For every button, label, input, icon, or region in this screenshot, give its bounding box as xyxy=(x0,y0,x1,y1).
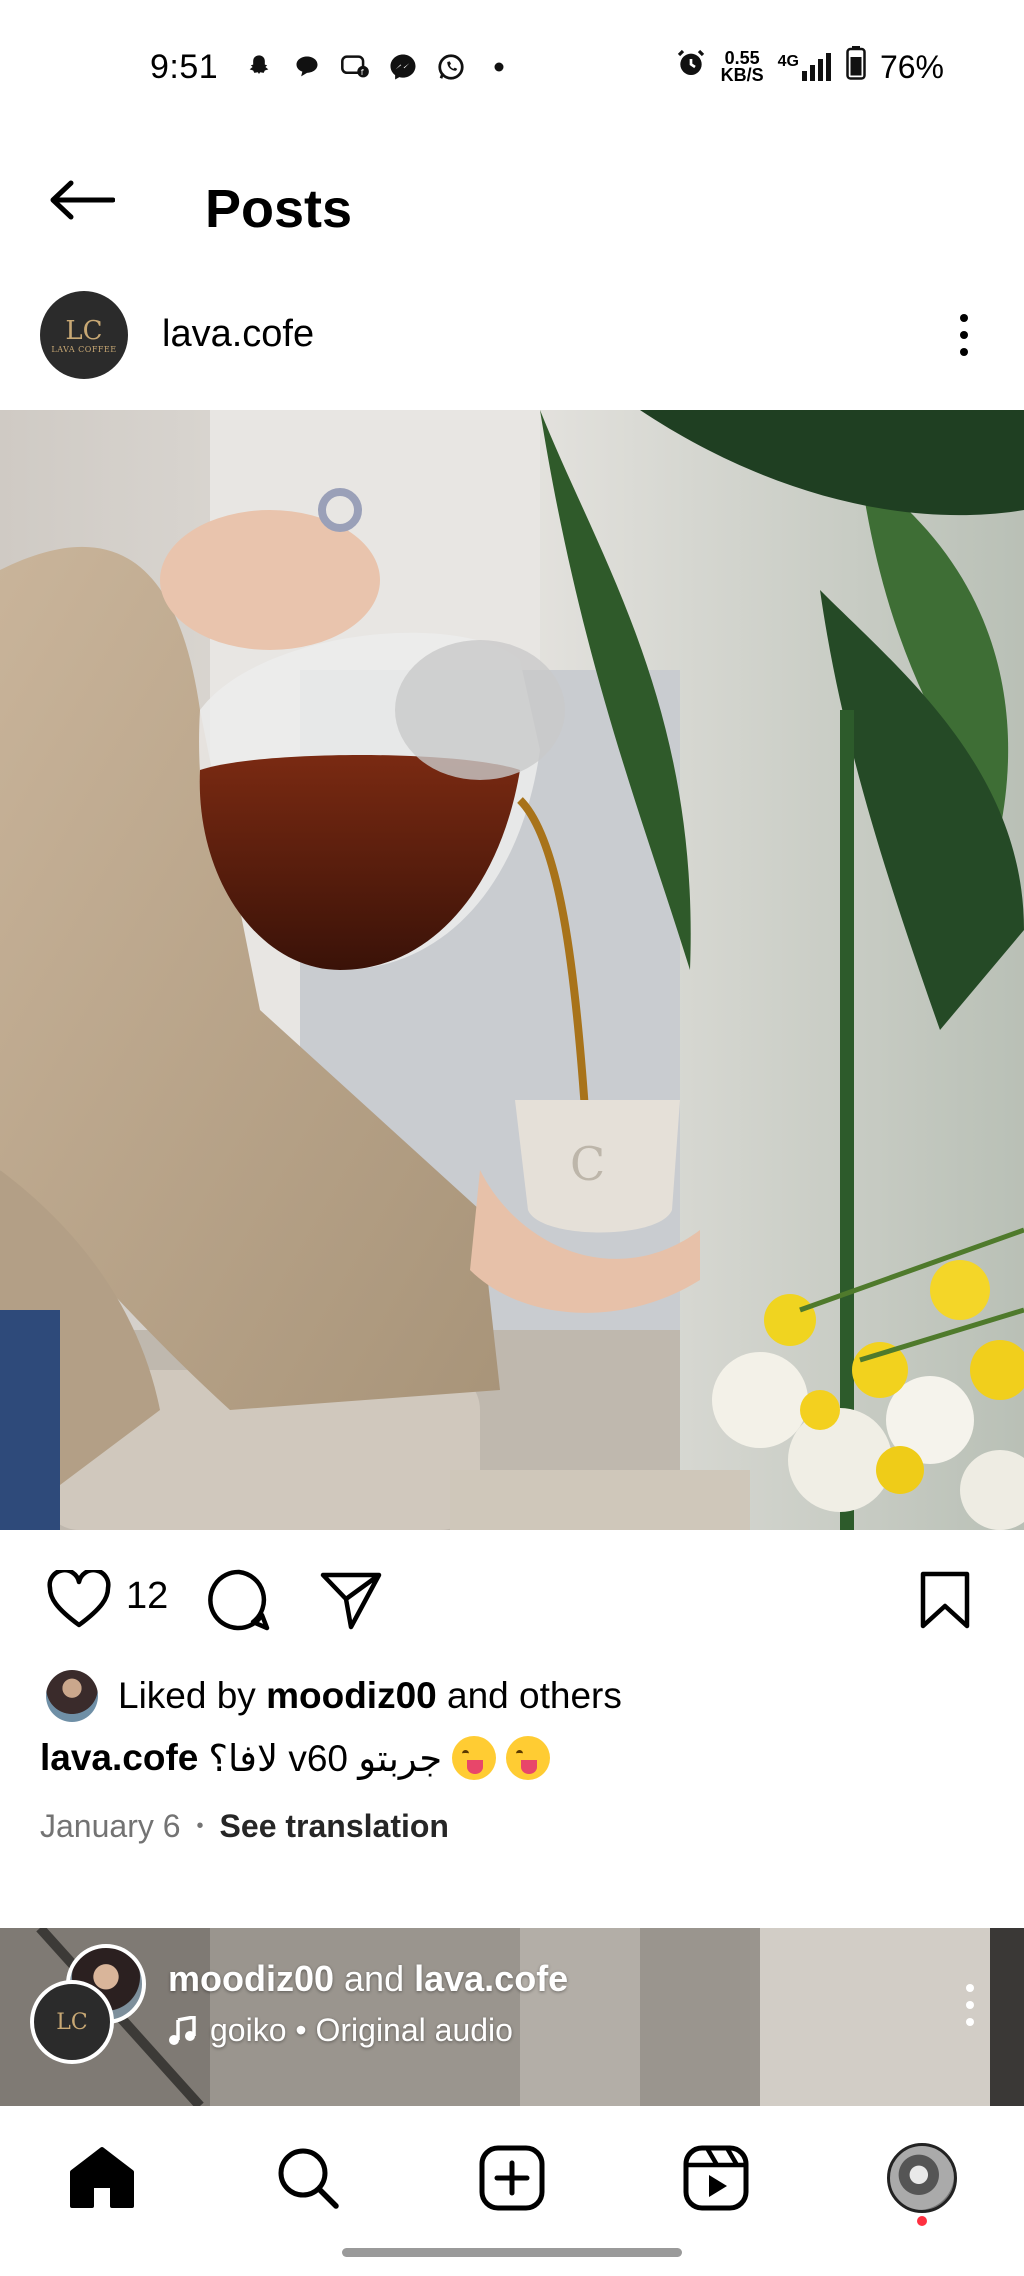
plus-square-icon xyxy=(479,2145,545,2211)
caption-text: جربتو v60 لافا؟ xyxy=(208,1737,443,1779)
avatar-brand: LAVA COFFEE xyxy=(51,344,117,354)
net-speed-unit: KB/S xyxy=(720,65,764,85)
home-indicator[interactable] xyxy=(342,2248,682,2257)
more-dot xyxy=(966,1984,974,1992)
post-date: January 6 xyxy=(40,1808,181,1844)
comment-icon xyxy=(208,1569,270,1631)
yum-emoji-icon xyxy=(452,1736,497,1780)
messenger-icon xyxy=(388,52,418,82)
post-meta: January 6 • See translation xyxy=(40,1808,449,1845)
next-post-preview[interactable]: LC moodiz00 and lava.cofe goiko • Origin… xyxy=(0,1928,1024,2106)
snapchat-icon xyxy=(244,52,274,82)
next-post-more-button[interactable] xyxy=(966,1984,974,2026)
more-dot xyxy=(960,314,968,322)
likes-prefix: Liked by xyxy=(118,1675,267,1716)
bookmark-icon xyxy=(920,1571,970,1629)
post-actions: 12 xyxy=(0,1555,1024,1645)
page-title: Posts xyxy=(205,179,353,239)
svg-text:f: f xyxy=(361,68,364,77)
next-post-authors[interactable]: moodiz00 and lava.cofe xyxy=(168,1958,568,2000)
post-author-avatar[interactable]: LC LAVA COFFEE xyxy=(40,291,128,379)
more-dot xyxy=(966,2001,974,2009)
next-post-audio-label: goiko • Original audio xyxy=(210,2012,513,2048)
post-caption: lava.cofe جربتو v60 لافا؟ xyxy=(40,1736,551,1780)
search-icon xyxy=(278,2148,339,2209)
network-type: 4G xyxy=(777,53,799,70)
music-note-icon xyxy=(169,2015,196,2045)
heart-icon xyxy=(47,1570,111,1628)
next-post-user1[interactable]: moodiz00 xyxy=(168,1958,334,1999)
more-dot xyxy=(960,348,968,356)
notification-icons: f xyxy=(244,52,514,82)
caption-username[interactable]: lava.cofe xyxy=(40,1737,198,1779)
status-time: 9:51 xyxy=(150,48,219,86)
next-post-user2[interactable]: lava.cofe xyxy=(414,1958,568,1999)
send-icon xyxy=(320,1572,382,1630)
likes-user[interactable]: moodiz00 xyxy=(266,1675,437,1716)
nav-profile[interactable] xyxy=(882,2138,962,2218)
meta-separator: • xyxy=(196,1815,204,1837)
alarm-icon xyxy=(675,47,707,87)
avatar-monogram: LC xyxy=(65,315,103,346)
yum-emoji-icon xyxy=(506,1736,551,1780)
system-icons: 0.55 KB/S 4G 76% xyxy=(675,46,944,88)
post-image[interactable]: C xyxy=(0,410,1024,1530)
avatar-monogram: LC xyxy=(56,2009,88,2035)
post-author-username[interactable]: lava.cofe xyxy=(162,313,314,356)
home-icon xyxy=(70,2147,134,2208)
like-count[interactable]: 12 xyxy=(126,1575,168,1618)
arrow-left-icon xyxy=(50,180,115,220)
more-dot xyxy=(960,331,968,339)
page-header: Posts xyxy=(0,140,1024,260)
profile-avatar xyxy=(887,2143,957,2213)
dot-icon xyxy=(484,52,514,82)
post-photo: C xyxy=(0,410,1024,1530)
comment-button[interactable] xyxy=(204,1565,274,1635)
signal-icon: 4G xyxy=(778,53,832,81)
next-post-audio[interactable]: goiko • Original audio xyxy=(168,2012,513,2049)
share-button[interactable] xyxy=(316,1565,386,1635)
more-dot xyxy=(966,2018,974,2026)
likes-suffix: and others xyxy=(436,1675,622,1716)
like-button[interactable] xyxy=(44,1565,114,1635)
battery-percent: 76% xyxy=(879,48,944,85)
status-bar: 9:51 f 0.55 KB/S 4G 76% xyxy=(0,0,1024,140)
profile-notification-dot xyxy=(917,2216,927,2226)
post-more-options-button[interactable] xyxy=(944,305,984,365)
next-post-joiner: and xyxy=(334,1958,415,1999)
likes-summary[interactable]: Liked by moodiz00 and others xyxy=(46,1668,622,1724)
save-button[interactable] xyxy=(910,1565,980,1635)
collaborator-avatar-lava-cofe[interactable]: LC xyxy=(30,1980,114,2064)
nav-create[interactable] xyxy=(472,2138,552,2218)
chat-icon xyxy=(292,52,322,82)
liker-avatar xyxy=(46,1670,98,1722)
nav-home[interactable] xyxy=(62,2138,142,2218)
post-header: LC LAVA COFFEE lava.cofe xyxy=(0,285,1024,385)
likes-text: Liked by moodiz00 and others xyxy=(118,1675,622,1717)
reels-icon xyxy=(683,2145,749,2211)
facebook-chat-icon: f xyxy=(340,52,370,82)
whatsapp-icon xyxy=(436,52,466,82)
svg-text:C: C xyxy=(570,1137,605,1191)
nav-search[interactable] xyxy=(268,2138,348,2218)
see-translation-link[interactable]: See translation xyxy=(220,1808,449,1845)
net-speed: 0.55 KB/S xyxy=(720,49,764,85)
back-button[interactable] xyxy=(42,160,122,240)
battery-icon xyxy=(846,46,866,88)
nav-reels[interactable] xyxy=(676,2138,756,2218)
